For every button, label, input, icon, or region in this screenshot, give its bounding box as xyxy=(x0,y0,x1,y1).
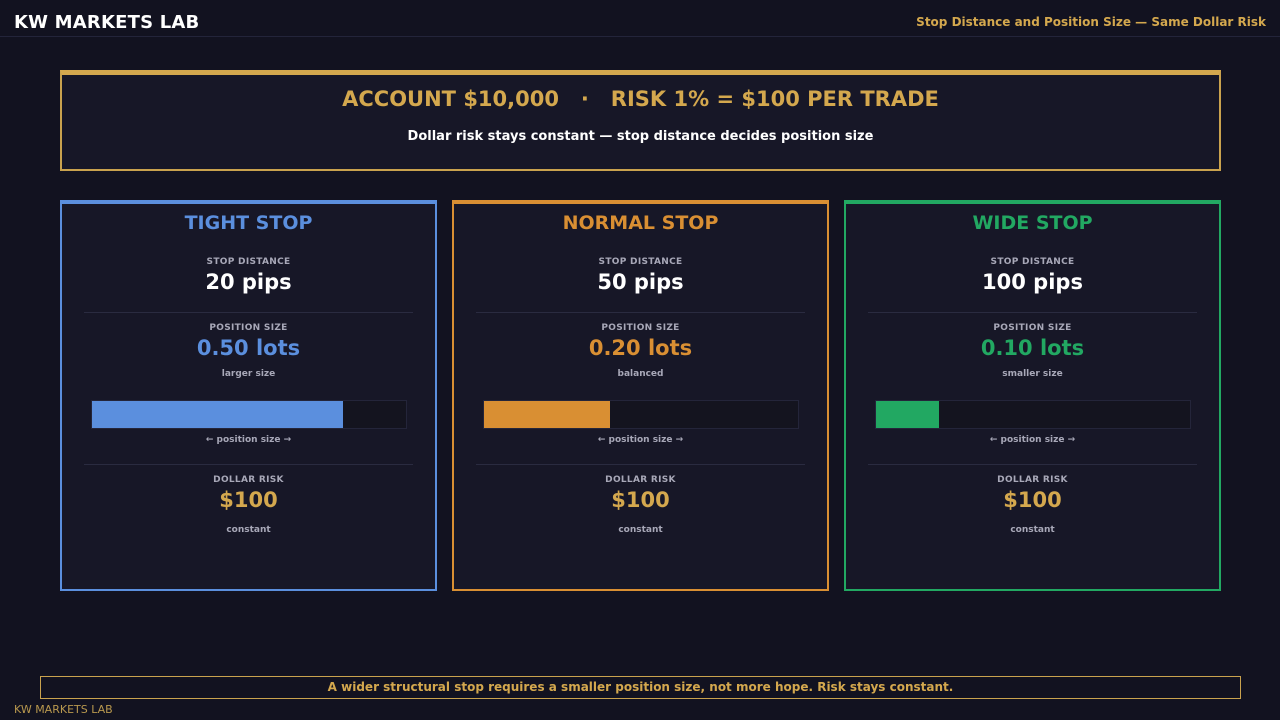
position-size-note: balanced xyxy=(617,369,664,379)
card-wide-stop: WIDE STOP STOP DISTANCE 100 pips POSITIO… xyxy=(844,200,1221,591)
banner-subtitle: Dollar risk stays constant — stop distan… xyxy=(407,129,874,144)
brand-title: KW MARKETS LAB xyxy=(14,12,200,33)
divider xyxy=(868,312,1197,313)
dollar-risk-note: constant xyxy=(226,525,271,535)
dollar-risk-note: constant xyxy=(618,525,663,535)
dollar-risk-value: $100 xyxy=(611,488,670,512)
position-size-label: POSITION SIZE xyxy=(993,323,1072,333)
card-normal-stop: NORMAL STOP STOP DISTANCE 50 pips POSITI… xyxy=(452,200,829,591)
card-tight-stop: TIGHT STOP STOP DISTANCE 20 pips POSITIO… xyxy=(60,200,437,591)
stop-distance-label: STOP DISTANCE xyxy=(206,257,291,267)
stop-distance-value: 50 pips xyxy=(597,270,684,294)
footer-note: A wider structural stop requires a small… xyxy=(40,676,1241,699)
bar-caption: ← position size → xyxy=(989,435,1076,445)
position-size-value: 0.20 lots xyxy=(588,336,693,360)
position-size-bar-fill xyxy=(484,401,610,428)
dollar-risk-label: DOLLAR RISK xyxy=(213,475,284,485)
position-size-bar xyxy=(483,400,799,429)
account-risk-banner: ACCOUNT $10,000 · RISK 1% = $100 PER TRA… xyxy=(60,70,1221,171)
banner-title: ACCOUNT $10,000 · RISK 1% = $100 PER TRA… xyxy=(342,87,939,111)
card-title: TIGHT STOP xyxy=(184,212,313,234)
stop-distance-label: STOP DISTANCE xyxy=(990,257,1075,267)
position-size-label: POSITION SIZE xyxy=(601,323,680,333)
position-size-bar-fill xyxy=(876,401,939,428)
footer-brand: KW MARKETS LAB xyxy=(14,703,113,716)
dollar-risk-value: $100 xyxy=(219,488,278,512)
top-bar: KW MARKETS LAB Stop Distance and Positio… xyxy=(0,0,1280,37)
position-size-value: 0.10 lots xyxy=(980,336,1085,360)
dollar-risk-note: constant xyxy=(1010,525,1055,535)
stop-distance-value: 100 pips xyxy=(982,270,1083,294)
divider xyxy=(476,464,805,465)
position-size-bar-fill xyxy=(92,401,344,428)
dollar-risk-value: $100 xyxy=(1003,488,1062,512)
position-size-bar xyxy=(875,400,1191,429)
position-size-value: 0.50 lots xyxy=(196,336,301,360)
divider xyxy=(84,464,413,465)
stop-distance-label: STOP DISTANCE xyxy=(598,257,683,267)
position-size-label: POSITION SIZE xyxy=(209,323,288,333)
divider xyxy=(868,464,1197,465)
position-size-bar xyxy=(91,400,407,429)
page-subtitle: Stop Distance and Position Size — Same D… xyxy=(916,15,1266,29)
dollar-risk-label: DOLLAR RISK xyxy=(997,475,1068,485)
dollar-risk-label: DOLLAR RISK xyxy=(605,475,676,485)
position-size-note: larger size xyxy=(221,369,276,379)
bar-caption: ← position size → xyxy=(597,435,684,445)
bar-caption: ← position size → xyxy=(205,435,292,445)
stop-distance-value: 20 pips xyxy=(205,270,292,294)
card-title: WIDE STOP xyxy=(972,212,1093,234)
divider xyxy=(84,312,413,313)
divider xyxy=(476,312,805,313)
position-size-note: smaller size xyxy=(1002,369,1063,379)
card-title: NORMAL STOP xyxy=(562,212,719,234)
